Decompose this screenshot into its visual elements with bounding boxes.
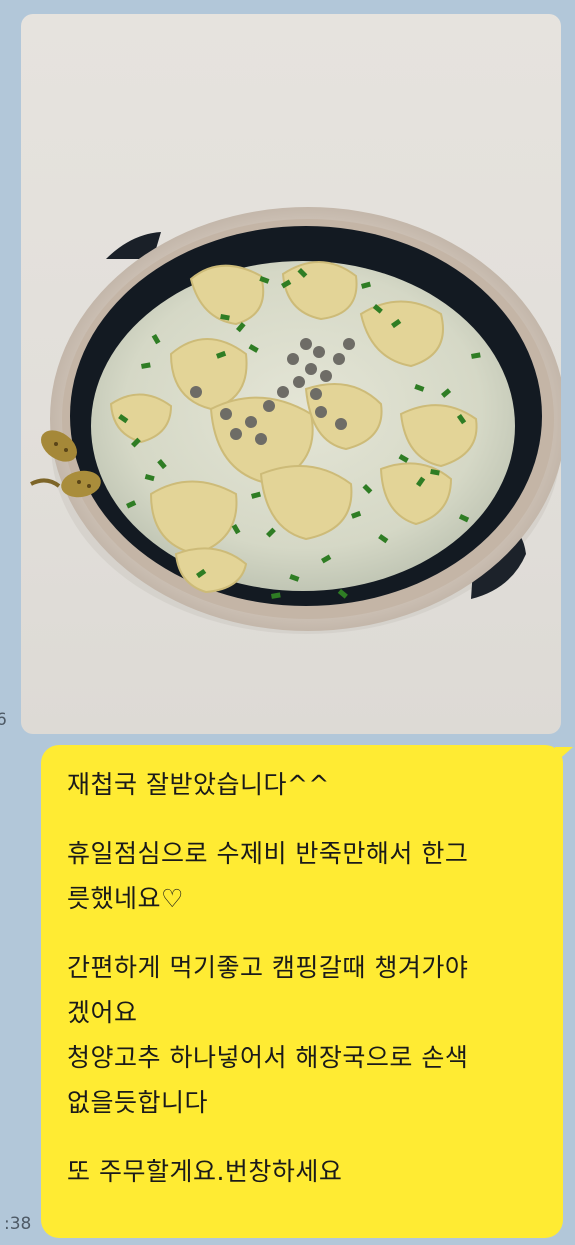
message-line: 릇했네요♡ <box>67 884 184 913</box>
bubble-tail <box>555 747 573 763</box>
food-photo-image <box>30 207 561 634</box>
message-line: 간편하게 먹기좋고 캠핑갈때 챙겨가야 <box>67 953 469 982</box>
timestamp: :38 <box>4 1214 32 1234</box>
message-line: 청양고추 하나넣어서 해장국으로 손색 <box>67 1043 469 1072</box>
message-line: 겠어요 <box>67 998 138 1027</box>
message-line: 재첩국 잘받았습니다^^ <box>67 770 330 799</box>
timestamp: 6 <box>0 710 7 730</box>
chat-area[interactable]: 6 재첩국 잘받았습니다^^ 휴일점심으로 수제비 반죽만해서 한그 릇했네요♡… <box>0 0 575 1245</box>
food-photo-message[interactable] <box>21 14 561 734</box>
message-line: 휴일점심으로 수제비 반죽만해서 한그 <box>67 839 469 868</box>
message-line: 또 주무할게요.번창하세요 <box>67 1157 343 1186</box>
message-bubble[interactable]: 재첩국 잘받았습니다^^ 휴일점심으로 수제비 반죽만해서 한그 릇했네요♡ 간… <box>41 745 573 1238</box>
message-line: 없을듯합니다 <box>67 1088 209 1117</box>
